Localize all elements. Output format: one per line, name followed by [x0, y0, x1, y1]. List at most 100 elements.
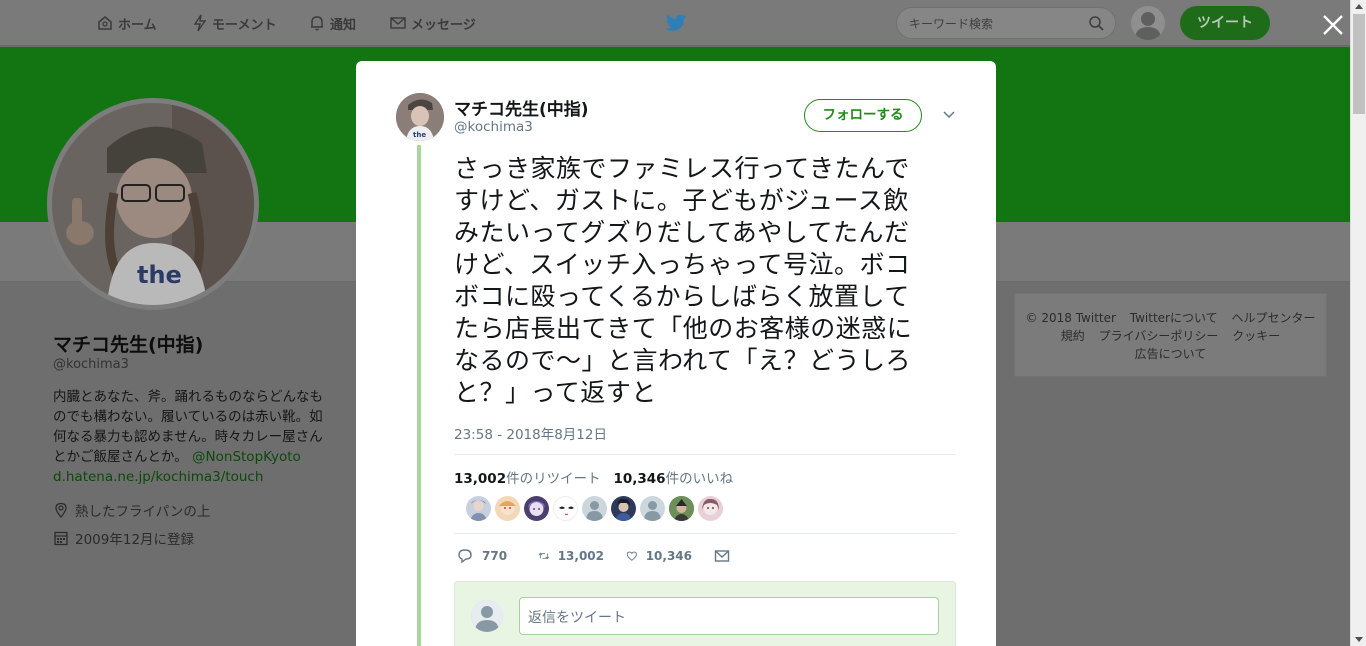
reply-icon — [458, 549, 472, 564]
follow-button[interactable]: フォローする — [804, 99, 922, 132]
bio-line: のでも構わない。履いているのは赤い靴。如 — [53, 409, 323, 425]
reply-placeholder: 返信をツイート — [528, 610, 626, 626]
liker-avatars — [466, 496, 727, 521]
liker-avatar[interactable] — [495, 496, 520, 521]
footer-links: © 2018 Twitter Twitterについて ヘルプセンター 規約 プラ… — [1014, 293, 1327, 377]
reply-compose-area: 返信をツイート — [454, 581, 956, 646]
profile-name: マチコ先生(中指) — [53, 334, 204, 356]
envelope-icon — [714, 550, 730, 562]
tweet-author-avatar[interactable]: the — [396, 93, 444, 141]
location-text: 熱したフライパンの上 — [75, 504, 211, 520]
search-input[interactable]: キーワード検索 — [896, 7, 1116, 39]
tweet-text-line: なるので〜」と言われて「え？どうしろ — [454, 346, 912, 375]
profile-bio: 内臓とあなた、斧。踊れるものならどんなも のでも構わない。履いているのは赤い靴。… — [53, 387, 343, 487]
tweet-modal: the マチコ先生(中指) @kochima3 フォローする さっき家族でファミ… — [356, 61, 996, 646]
scroll-thumb[interactable] — [1353, 14, 1365, 114]
user-avatar[interactable] — [1131, 6, 1165, 40]
calendar-icon — [54, 531, 68, 546]
footer-link[interactable]: 規約 — [1061, 329, 1085, 343]
liker-avatar[interactable] — [640, 496, 665, 521]
liker-avatar[interactable] — [553, 496, 578, 521]
footer-link[interactable]: Twitterについて — [1130, 311, 1218, 325]
tweet-text-line: すけど、ガストに。子どもがジュース飲 — [454, 186, 909, 215]
page-scrollbar[interactable] — [1350, 0, 1366, 646]
bio-line: 何なる暴力も認めません。時々カレー屋さん — [53, 429, 323, 445]
tweet-text-line: ボコに殴ってくるからしばらく放置して — [454, 282, 910, 311]
reply-action[interactable]: 770 — [456, 548, 516, 564]
footer-link[interactable]: ヘルプセンター — [1231, 311, 1315, 325]
reply-count: 770 — [482, 549, 508, 563]
liker-avatar[interactable] — [582, 496, 607, 521]
tweet-timestamp[interactable]: 23:58 - 2018年8月12日 — [454, 423, 607, 443]
nav-messages-label: メッセージ — [411, 17, 476, 33]
footer-link[interactable]: © 2018 Twitter — [1026, 311, 1116, 325]
tweet-author-handle[interactable]: @kochima3 — [454, 119, 533, 135]
scroll-up-arrow-icon[interactable] — [1355, 4, 1363, 9]
likes-label[interactable]: 件のいいね — [666, 471, 734, 487]
tweet-stats: 13,002件のリツイート 10,346件のいいね — [454, 467, 733, 487]
liker-avatar[interactable] — [611, 496, 636, 521]
heart-icon — [626, 551, 637, 561]
liker-avatar[interactable] — [466, 496, 491, 521]
svg-text:the: the — [137, 261, 182, 289]
tweet-actions: 770 13,002 10,346 — [456, 545, 760, 567]
footer-link[interactable]: 広告について — [1135, 347, 1207, 361]
nav-notifications-label: 通知 — [330, 17, 357, 33]
scroll-down-arrow-icon[interactable] — [1355, 637, 1363, 642]
search-icon[interactable] — [1088, 15, 1104, 31]
reply-input[interactable]: 返信をツイート — [519, 597, 939, 635]
tweet-text-line: けど、スイッチ入っちゃって号泣。ボコ — [454, 250, 911, 279]
footer-link[interactable]: プライバシーポリシー — [1099, 329, 1219, 343]
author-photo-icon: the — [396, 93, 444, 141]
bio-line: 内臓とあなた、斧。踊れるものならどんなも — [53, 389, 323, 405]
retweets-label[interactable]: 件のリツイート — [506, 471, 601, 487]
retweets-count[interactable]: 13,002 — [454, 471, 506, 487]
footer-link[interactable]: クッキー — [1232, 329, 1280, 343]
close-icon[interactable] — [1320, 12, 1346, 38]
tweet-author-name[interactable]: マチコ先生(中指) — [454, 95, 589, 120]
search-placeholder: キーワード検索 — [909, 17, 994, 31]
liker-avatar[interactable] — [669, 496, 694, 521]
chevron-down-icon[interactable] — [942, 109, 956, 119]
tweet-text-line: さっき家族でファミレス行ってきたんで — [454, 154, 910, 183]
nav-notifications[interactable]: 通知 — [308, 12, 356, 34]
direct-message-action[interactable] — [714, 549, 738, 563]
nav-home[interactable]: ホーム — [96, 12, 157, 34]
twitter-bird-icon[interactable] — [665, 13, 687, 33]
tweet-text-line: と？」って返すと — [454, 378, 657, 407]
default-avatar-icon — [1135, 12, 1161, 40]
svg-text:the: the — [413, 131, 426, 139]
tweet-text: さっき家族でファミレス行ってきたんで すけど、ガストに。子どもがジュース飲 みた… — [454, 153, 954, 409]
likes-count[interactable]: 10,346 — [613, 471, 665, 487]
nav-moments-label: モーメント — [212, 17, 277, 33]
retweet-action[interactable]: 13,002 — [538, 548, 604, 564]
bio-mention-link[interactable]: @NonStopKyoto — [192, 449, 301, 465]
default-avatar-icon — [471, 600, 503, 632]
envelope-icon — [390, 17, 406, 29]
compose-tweet-button[interactable]: ツイート — [1180, 6, 1270, 40]
retweet-count: 13,002 — [557, 549, 604, 563]
top-navigation: ホーム モーメント 通知 メッセージ キーワード検索 ツイート — [0, 0, 1350, 46]
tweet-text-line: たら店長出てきて「他のお客様の迷惑に — [454, 314, 913, 343]
profile-handle: @kochima3 — [53, 357, 129, 372]
home-icon — [98, 16, 112, 30]
nav-messages[interactable]: メッセージ — [389, 12, 476, 34]
bio-line: とかご飯屋さんとか。 — [53, 449, 188, 465]
nav-moments[interactable]: モーメント — [192, 12, 276, 34]
profile-joined: 2009年12月に登録 — [53, 528, 194, 548]
profile-avatar[interactable]: the — [47, 98, 259, 310]
profile-location: 熱したフライパンの上 — [53, 500, 210, 520]
bio-url-link[interactable]: d.hatena.ne.jp/kochima3/touch — [53, 467, 343, 487]
like-count: 10,346 — [645, 549, 692, 563]
liker-avatar[interactable] — [698, 496, 723, 521]
like-action[interactable]: 10,346 — [626, 548, 692, 564]
reply-user-avatar — [471, 600, 503, 632]
profile-photo-icon: the — [52, 103, 254, 305]
nav-home-label: ホーム — [118, 17, 157, 33]
location-pin-icon — [55, 502, 67, 518]
liker-avatar[interactable] — [524, 496, 549, 521]
lightning-icon — [193, 14, 207, 32]
thread-line — [417, 145, 421, 646]
bell-icon — [311, 16, 323, 31]
retweet-icon — [538, 552, 550, 560]
